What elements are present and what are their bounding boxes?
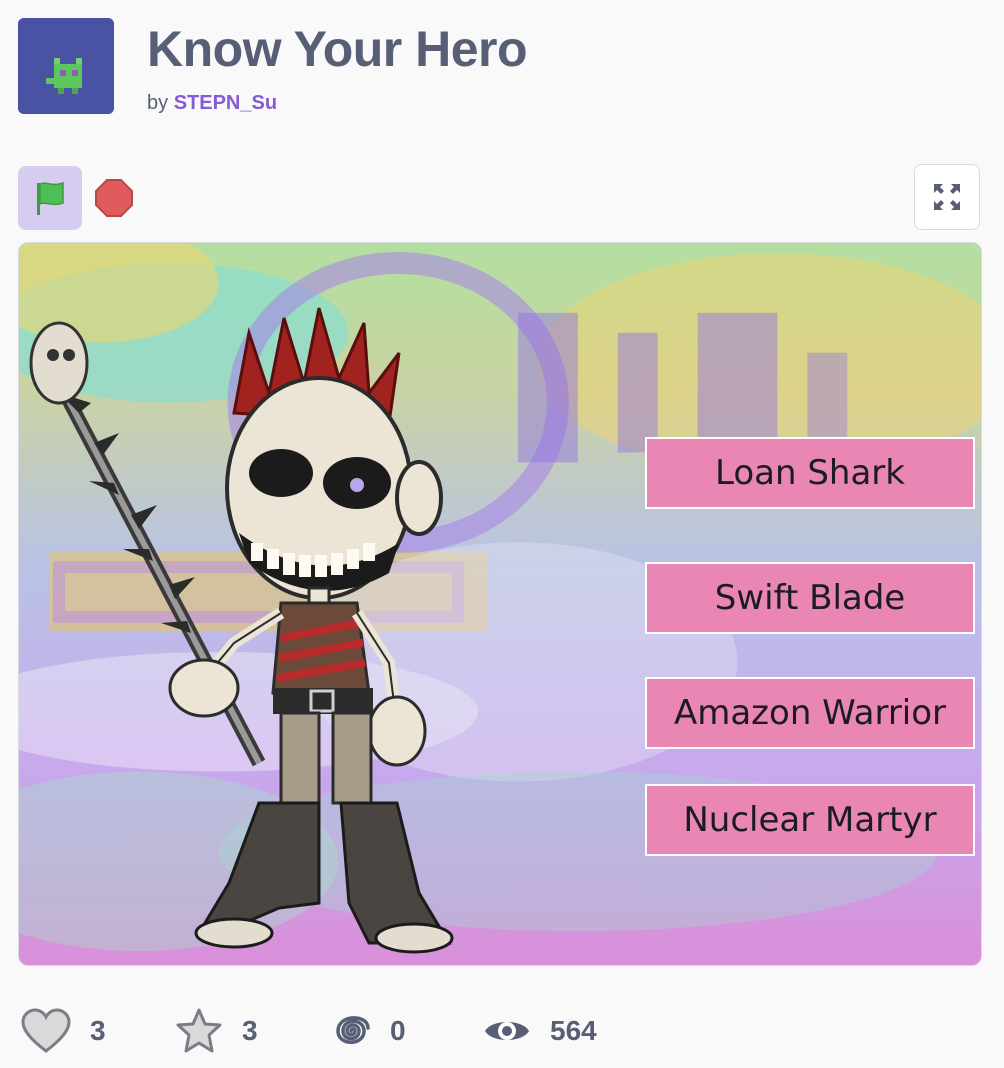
author-link[interactable]: STEPN_Su [174,92,277,114]
remix-count: 0 [390,1015,406,1046]
love-stat[interactable]: 3 [20,1006,106,1056]
green-flag-button[interactable] [18,166,82,230]
project-title: Know Your Hero [147,21,528,77]
star-icon [176,1008,222,1053]
choice-nuclear-martyr[interactable]: Nuclear Martyr [645,784,975,856]
project-stage[interactable]: Loan Shark Swift Blade Amazon Warrior Nu… [18,242,982,966]
choice-swift-blade[interactable]: Swift Blade [645,562,975,634]
choice-loan-shark[interactable]: Loan Shark [645,437,975,509]
views-stat: 564 [482,1006,597,1056]
hero-character [29,307,454,954]
project-thumbnail[interactable] [18,18,114,114]
fullscreen-button[interactable] [914,164,980,230]
remix-stat: 0 [330,1006,406,1056]
views-count: 564 [550,1015,597,1046]
pixel-cat-icon [18,18,114,114]
stop-sign-icon [95,179,133,217]
by-label: by [147,92,169,114]
favorite-stat[interactable]: 3 [174,1006,258,1056]
fullscreen-icon [934,184,960,210]
remix-spiral-icon [336,1016,370,1044]
green-flag-icon [37,181,64,215]
stop-button[interactable] [92,176,136,220]
choice-amazon-warrior[interactable]: Amazon Warrior [645,677,975,749]
byline: by STEPN_Su [147,92,277,115]
heart-icon [21,1008,71,1053]
favorite-count: 3 [242,1015,258,1046]
love-count: 3 [90,1015,106,1046]
eye-icon [485,1022,529,1040]
project-page: Know Your Hero by STEPN_Su Loan Shark Sw… [0,0,1004,1068]
